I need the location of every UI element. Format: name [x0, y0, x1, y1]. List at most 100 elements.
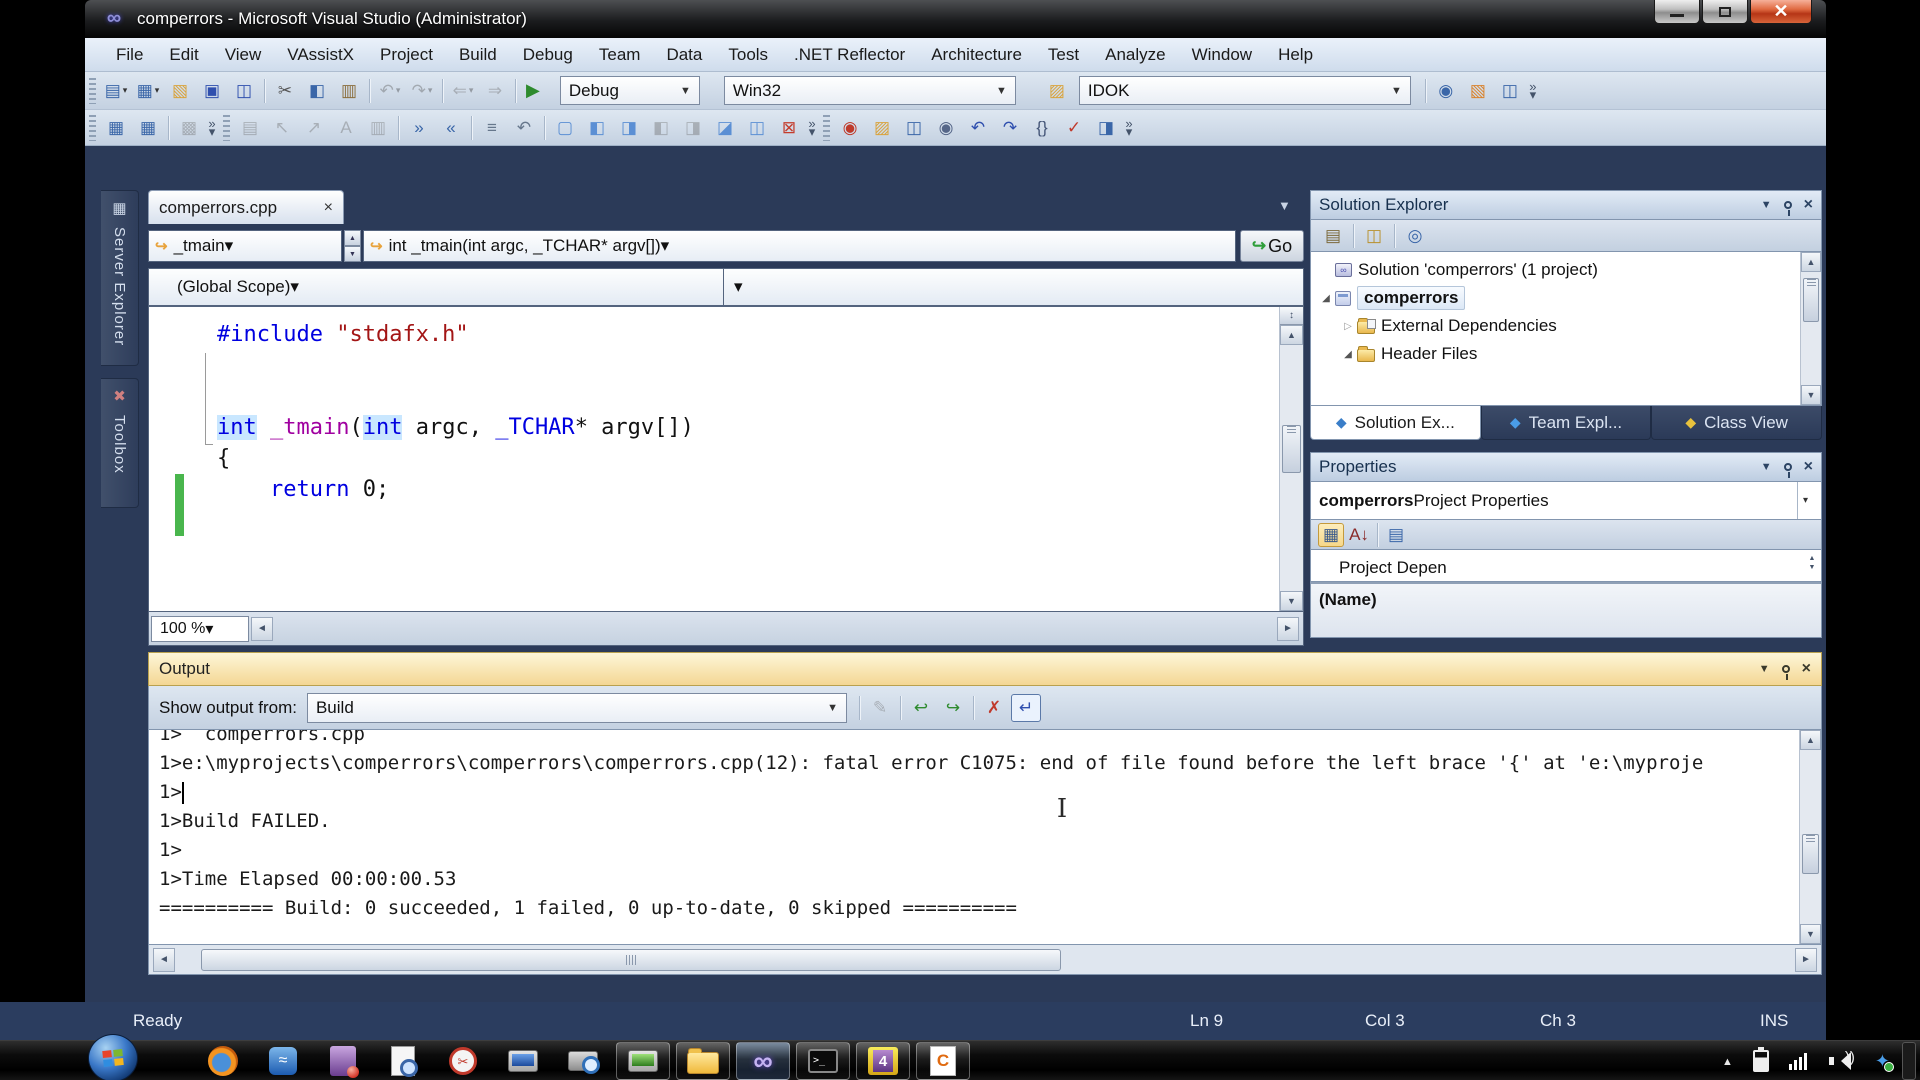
previous-message-icon[interactable]: ↩: [906, 694, 936, 722]
scope-dropdown[interactable]: (Global Scope) ▾: [148, 268, 724, 306]
splitter-handle[interactable]: ↕: [1280, 307, 1303, 325]
edit-properties-icon[interactable]: ▧: [1463, 77, 1493, 105]
va-outline-check-icon[interactable]: ◉: [835, 114, 865, 142]
menu-debug[interactable]: Debug: [510, 45, 586, 65]
document-tab-comperrors-cpp[interactable]: comperrors.cpp ×: [148, 190, 344, 224]
va-undo-block-icon[interactable]: ↶: [963, 114, 993, 142]
scroll-left-icon[interactable]: ◄: [251, 616, 273, 641]
tree-expander-icon[interactable]: ◢: [1317, 293, 1335, 304]
open-file-icon[interactable]: ▧: [165, 77, 195, 105]
output-text-area[interactable]: 1> comperrors.cpp 1>e:\myprojects\comperr…: [148, 730, 1822, 945]
undo-icon[interactable]: ↶ ▾: [375, 77, 405, 105]
scrollbar-thumb[interactable]: [1803, 278, 1819, 322]
toolbar-overflow-button[interactable]: » ▾: [1122, 115, 1136, 141]
tree-expander-icon[interactable]: ◢: [1339, 349, 1357, 360]
solution-explorer-titlebar[interactable]: Solution Explorer ▼ ×: [1310, 190, 1822, 220]
solution-tree[interactable]: ∞ Solution 'comperrors' (1 project) ◢ compe…: [1310, 252, 1822, 406]
menu-project[interactable]: Project: [367, 45, 446, 65]
toggle-word-wrap-icon[interactable]: ↵: [1010, 693, 1041, 722]
toolbar-grip[interactable]: [823, 114, 830, 141]
find-in-files-icon[interactable]: ▨: [1042, 77, 1072, 105]
output-titlebar[interactable]: Output ▼ ×: [148, 652, 1822, 686]
menu-help[interactable]: Help: [1265, 45, 1326, 65]
menu-window[interactable]: Window: [1179, 45, 1265, 65]
chevron-down-icon[interactable]: ▾: [1797, 482, 1813, 519]
scroll-down-icon[interactable]: ▼: [1801, 385, 1821, 405]
taskbar-command-prompt-window[interactable]: >_: [796, 1042, 850, 1080]
active-files-dropdown-icon[interactable]: ▼: [1278, 198, 1291, 213]
menu-data[interactable]: Data: [653, 45, 715, 65]
code-editor[interactable]: #include "stdafx.h" int _tmain(int argc,…: [148, 306, 1304, 612]
save-icon[interactable]: ▣: [197, 77, 227, 105]
scroll-up-icon[interactable]: ▲: [1800, 730, 1821, 750]
scroll-left-icon[interactable]: ◄: [153, 947, 175, 972]
taskbar-presentation-app-window[interactable]: C: [916, 1042, 970, 1080]
tree-item-external-dependencies[interactable]: ▷ External Dependencies: [1311, 312, 1821, 340]
window-titlebar[interactable]: ∞ comperrors - Microsoft Visual Studio (…: [85, 0, 1826, 38]
taskbar-document-search-app-shortcut[interactable]: [376, 1042, 430, 1080]
tree-vertical-scrollbar[interactable]: ▲ ▼: [1800, 252, 1821, 405]
scroll-up-icon[interactable]: ▲: [1280, 325, 1303, 345]
scrollbar-thumb[interactable]: [201, 948, 1061, 971]
toolbar-grip[interactable]: [89, 77, 96, 104]
taskbar-photo-app-shortcut[interactable]: [316, 1042, 370, 1080]
cut-icon[interactable]: ✂: [270, 77, 300, 105]
zoom-level-dropdown[interactable]: 100 % ▾: [151, 615, 249, 642]
scroll-down-icon[interactable]: ▼: [1800, 924, 1821, 944]
properties-titlebar[interactable]: Properties ▼ ×: [1310, 452, 1822, 482]
tray-sync-app-icon[interactable]: ✦: [1875, 1051, 1895, 1072]
tab-close-icon[interactable]: ×: [324, 199, 333, 217]
toolbar-grip[interactable]: [223, 114, 230, 141]
close-button[interactable]: ✕: [1750, 0, 1812, 24]
context-dropdown[interactable]: ↪ int _tmain(int argc, _TCHAR* argv[]) ▾: [363, 230, 1236, 262]
menu-tools[interactable]: Tools: [715, 45, 781, 65]
add-new-item-icon[interactable]: ▦ ▾: [133, 77, 163, 105]
toolbox-side-tab[interactable]: ✖ Toolbox: [101, 378, 139, 508]
clear-find-highlight-icon[interactable]: ⊠: [774, 114, 804, 142]
bookmark-region-icon[interactable]: ▢: [550, 114, 580, 142]
bubble-previous-icon[interactable]: ◧: [582, 114, 612, 142]
tray-network-icon[interactable]: [1788, 1052, 1809, 1070]
scrollbar-thumb[interactable]: [1282, 425, 1301, 473]
taskbar-media-app-shortcut[interactable]: ≈: [256, 1042, 310, 1080]
find-combo[interactable]: IDOK ▼: [1078, 76, 1411, 105]
output-source-dropdown[interactable]: Build ▼: [306, 692, 847, 723]
view-class-diagram-icon[interactable]: ◎: [1400, 222, 1430, 250]
taskbar-firefox-shortcut[interactable]: [196, 1042, 250, 1080]
menu-view[interactable]: View: [212, 45, 275, 65]
clear-all-icon[interactable]: ✗: [979, 694, 1009, 722]
window-position-icon[interactable]: ▼: [1761, 461, 1772, 473]
close-icon[interactable]: ×: [1804, 458, 1813, 476]
paste-icon[interactable]: ▥: [334, 77, 364, 105]
goto-implementation-icon[interactable]: ↖: [267, 114, 297, 142]
member-dropdown[interactable]: ↪ _tmain ▾: [148, 230, 342, 262]
start-button[interactable]: [88, 1034, 138, 1080]
insert-snippet-icon[interactable]: ▦: [101, 114, 131, 142]
bubble-forward-icon[interactable]: ◨: [678, 114, 708, 142]
menu-net-reflector[interactable]: .NET Reflector: [781, 45, 918, 65]
va-spell-check-icon[interactable]: ✓: [1059, 114, 1089, 142]
new-project-icon[interactable]: ▤ ▾: [101, 77, 131, 105]
listbox-suggestions-icon[interactable]: ▩: [174, 114, 204, 142]
va-paste-history-icon[interactable]: ◨: [1091, 114, 1121, 142]
tab-team-expl[interactable]: ◆ Team Expl...: [1480, 406, 1652, 440]
taskbar-visual-studio-window[interactable]: ∞: [736, 1042, 790, 1080]
menu-edit[interactable]: Edit: [156, 45, 211, 65]
pin-icon[interactable]: [1781, 665, 1790, 680]
scrollbar-thumb[interactable]: [1802, 834, 1819, 874]
tree-item-comperrors[interactable]: ◢ comperrors: [1311, 284, 1821, 312]
va-open-file-in-solution-icon[interactable]: ▨: [867, 114, 897, 142]
properties-grid[interactable]: Project Depen ▲ ▼: [1310, 550, 1822, 582]
search-document-icon[interactable]: ◉: [1431, 77, 1461, 105]
definition-dropdown[interactable]: ▾: [724, 268, 1304, 306]
va-find-symbol-icon[interactable]: ◫: [899, 114, 929, 142]
menu-vassistx[interactable]: VAssistX: [274, 45, 367, 65]
redo-icon[interactable]: ↷ ▾: [407, 77, 437, 105]
solution-platform-combo[interactable]: Win32 ▼: [723, 76, 1016, 105]
navigate-backward-icon[interactable]: ⇐ ▾: [448, 77, 478, 105]
navigate-forward-icon[interactable]: ⇒: [480, 77, 510, 105]
scroll-up-icon[interactable]: ▲: [1801, 252, 1821, 272]
menu-team[interactable]: Team: [586, 45, 654, 65]
copy-icon[interactable]: ◧: [302, 77, 332, 105]
spinner-up-icon[interactable]: ▲: [344, 230, 361, 246]
